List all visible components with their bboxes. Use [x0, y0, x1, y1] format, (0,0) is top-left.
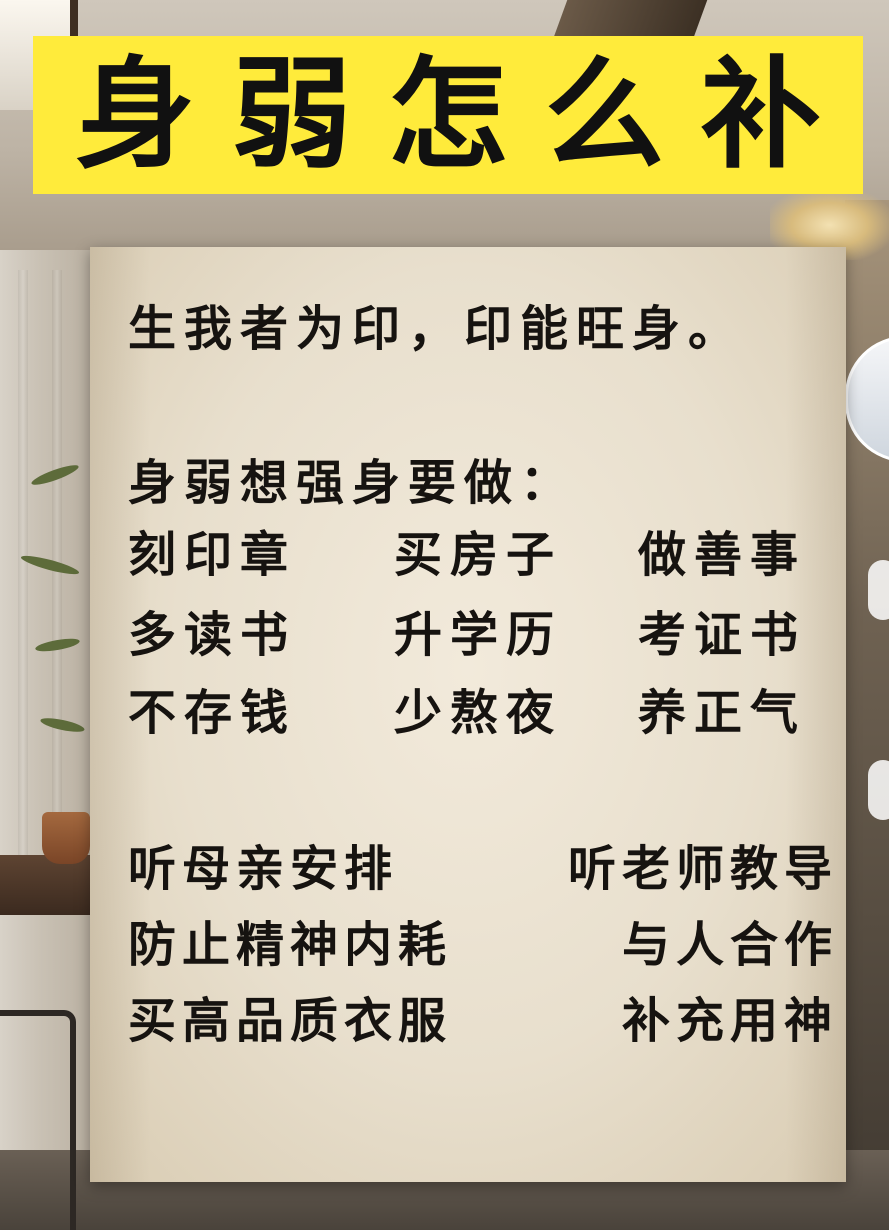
heading-line: 身弱想强身要做： [128, 455, 577, 511]
advice-item: 买房子 [394, 527, 563, 583]
title-char: 弱 [231, 44, 352, 185]
advice-item: 买高品质衣服 [128, 993, 453, 1049]
advice-item: 考证书 [638, 607, 807, 663]
curtain-fold [18, 270, 28, 890]
curtain-fold [52, 270, 62, 890]
advice-row: 刻印章 买房子 做善事 [128, 531, 828, 583]
side-table [0, 855, 100, 915]
side-overlay-icon[interactable] [868, 560, 889, 620]
title-char: 怎 [387, 44, 508, 185]
advice-item: 听老师教导 [567, 841, 838, 897]
plant-pot [42, 812, 90, 864]
advice-item: 多读书 [128, 607, 297, 663]
title-char: 么 [544, 44, 665, 185]
advice-item: 防止精神内耗 [128, 917, 453, 973]
advice-row: 多读书 升学历 考证书 [128, 611, 828, 663]
intro-line: 生我者为印，印能旺身。 [128, 301, 745, 357]
advice-item: 与人合作 [621, 917, 838, 973]
paper-sheet: 生我者为印，印能旺身。 身弱想强身要做： 刻印章 买房子 做善事 多读书 升学历… [90, 247, 846, 1182]
advice-item: 养正气 [638, 685, 807, 741]
advice-pair-row: 买高品质衣服 补充用神 [128, 997, 838, 1049]
advice-row: 不存钱 少熬夜 养正气 [128, 689, 828, 741]
advice-pair-row: 防止精神内耗 与人合作 [128, 921, 838, 973]
advice-item: 补充用神 [621, 993, 838, 1049]
advice-item: 听母亲安排 [128, 841, 399, 897]
advice-item: 做善事 [638, 527, 807, 583]
advice-item: 刻印章 [128, 527, 297, 583]
side-overlay-icon[interactable] [868, 760, 889, 820]
title-char: 身 [75, 44, 196, 185]
title-char: 补 [700, 44, 821, 185]
advice-item: 升学历 [394, 607, 563, 663]
advice-item: 少熬夜 [394, 685, 563, 741]
chair [0, 1010, 76, 1230]
advice-pair-row: 听母亲安排 听老师教导 [128, 845, 838, 897]
advice-item: 不存钱 [128, 685, 297, 741]
title-banner: 身 弱 怎 么 补 [33, 36, 863, 194]
ceiling-beam [552, 0, 708, 40]
